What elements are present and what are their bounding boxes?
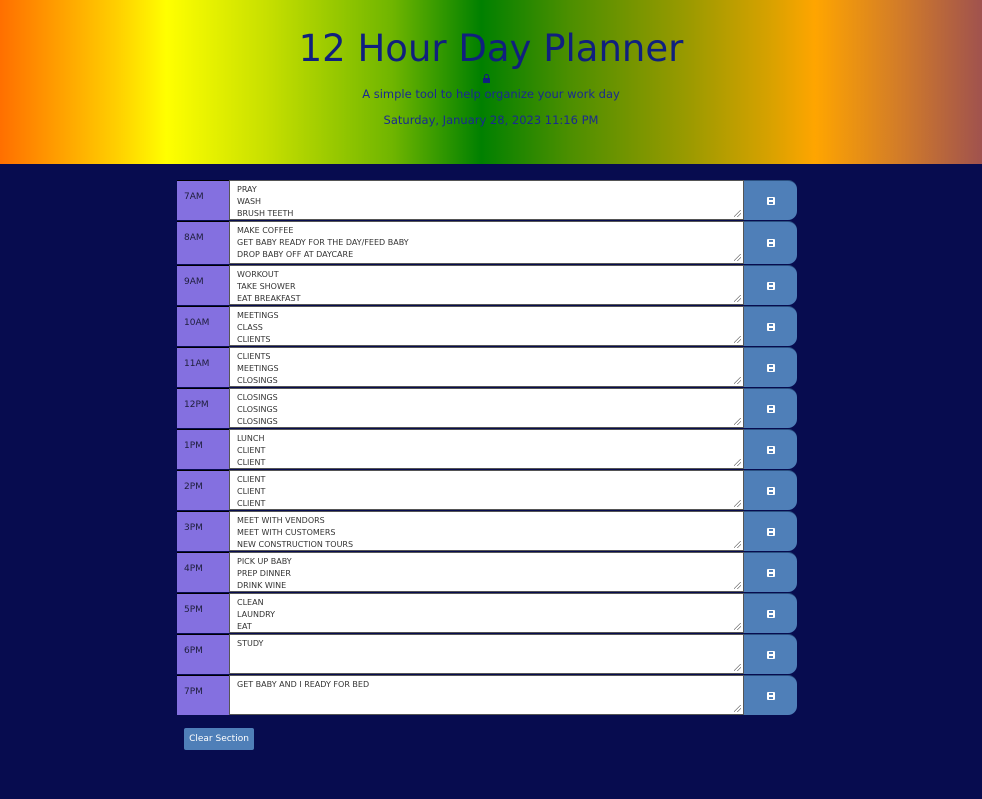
page-subtitle: A simple tool to help organize your work… xyxy=(362,87,620,101)
task-textarea[interactable]: MEET WITH VENDORS MEET WITH CUSTOMERS NE… xyxy=(229,511,744,551)
save-button[interactable] xyxy=(744,675,797,715)
task-textarea[interactable]: PRAY WASH BRUSH TEETH xyxy=(229,180,744,220)
save-button[interactable] xyxy=(744,593,797,633)
hour-label: 12PM xyxy=(177,388,229,428)
resize-grip-icon[interactable] xyxy=(734,582,741,589)
resize-grip-icon[interactable] xyxy=(734,210,741,217)
floppy-disk-icon xyxy=(766,363,775,372)
save-button[interactable] xyxy=(744,388,797,428)
task-textarea[interactable]: STUDY xyxy=(229,634,744,674)
time-block-row: 9AM WORKOUT TAKE SHOWER EAT BREAKFAST xyxy=(177,265,797,305)
resize-grip-icon[interactable] xyxy=(734,623,741,630)
floppy-disk-icon xyxy=(766,239,775,247)
task-textarea[interactable]: CLOSINGS CLOSINGS CLOSINGS xyxy=(229,388,744,428)
time-block-row: 12PM CLOSINGS CLOSINGS CLOSINGS xyxy=(177,388,797,428)
save-button[interactable] xyxy=(744,634,797,674)
save-button[interactable] xyxy=(744,265,797,305)
save-button[interactable] xyxy=(744,552,797,592)
floppy-disk-icon xyxy=(766,196,775,205)
resize-grip-icon[interactable] xyxy=(734,705,741,712)
hour-label: 7PM xyxy=(177,675,229,715)
task-textarea[interactable]: MEETINGS CLASS CLIENTS xyxy=(229,306,744,346)
hour-label: 2PM xyxy=(177,470,229,510)
resize-grip-icon[interactable] xyxy=(734,418,741,425)
floppy-disk-icon xyxy=(766,322,775,331)
task-textarea[interactable]: MAKE COFFEE GET BABY READY FOR THE DAY/F… xyxy=(229,221,744,264)
floppy-disk-icon xyxy=(766,445,775,454)
resize-grip-icon[interactable] xyxy=(734,336,741,343)
time-block-row: 8AM MAKE COFFEE GET BABY READY FOR THE DA… xyxy=(177,221,797,264)
resize-grip-icon[interactable] xyxy=(734,500,741,507)
hour-label: 4PM xyxy=(177,552,229,592)
hour-label: 1PM xyxy=(177,429,229,469)
floppy-disk-icon xyxy=(766,650,775,659)
floppy-disk-icon xyxy=(766,281,775,290)
time-block-row: 2PM CLIENT CLIENT CLIENT xyxy=(177,470,797,510)
time-block-row: 7AM PRAY WASH BRUSH TEETH xyxy=(177,180,797,220)
time-block-row: 7PM GET BABY AND I READY FOR BED xyxy=(177,675,797,715)
floppy-disk-icon xyxy=(766,609,775,618)
task-textarea[interactable]: CLIENTS MEETINGS CLOSINGS xyxy=(229,347,744,387)
resize-grip-icon[interactable] xyxy=(734,541,741,548)
time-block-row: 1PM LUNCH CLIENT CLIENT xyxy=(177,429,797,469)
resize-grip-icon[interactable] xyxy=(734,664,741,671)
floppy-disk-icon xyxy=(766,527,775,536)
task-textarea[interactable]: GET BABY AND I READY FOR BED xyxy=(229,675,744,715)
time-block-row: 6PM STUDY xyxy=(177,634,797,674)
save-button[interactable] xyxy=(744,180,797,220)
hour-label: 7AM xyxy=(177,180,229,220)
header-banner: 12 Hour Day Planner A simple tool to hel… xyxy=(0,0,982,164)
task-textarea[interactable]: CLIENT CLIENT CLIENT xyxy=(229,470,744,510)
resize-grip-icon[interactable] xyxy=(734,459,741,466)
floppy-disk-icon xyxy=(766,404,775,413)
clear-section-button[interactable]: Clear Section xyxy=(184,728,254,750)
hour-label: 6PM xyxy=(177,634,229,674)
time-block-row: 5PM CLEAN LAUNDRY EAT xyxy=(177,593,797,633)
resize-grip-icon[interactable] xyxy=(734,295,741,302)
current-date: Saturday, January 28, 2023 11:16 PM xyxy=(383,113,599,127)
task-textarea[interactable]: WORKOUT TAKE SHOWER EAT BREAKFAST xyxy=(229,265,744,305)
task-textarea[interactable]: CLEAN LAUNDRY EAT xyxy=(229,593,744,633)
time-block-row: 11AM CLIENTS MEETINGS CLOSINGS xyxy=(177,347,797,387)
time-block-row: 3PM MEET WITH VENDORS MEET WITH CUSTOMERS… xyxy=(177,511,797,551)
hour-label: 8AM xyxy=(177,221,229,264)
save-button[interactable] xyxy=(744,306,797,346)
lock-icon xyxy=(483,74,490,83)
save-button[interactable] xyxy=(744,511,797,551)
floppy-disk-icon xyxy=(766,568,775,577)
save-button[interactable] xyxy=(744,429,797,469)
hour-label: 9AM xyxy=(177,265,229,305)
hour-label: 10AM xyxy=(177,306,229,346)
page-title: 12 Hour Day Planner xyxy=(298,27,684,70)
hour-label: 11AM xyxy=(177,347,229,387)
hour-label: 3PM xyxy=(177,511,229,551)
floppy-disk-icon xyxy=(766,691,775,700)
resize-grip-icon[interactable] xyxy=(734,254,741,261)
save-button[interactable] xyxy=(744,347,797,387)
save-button[interactable] xyxy=(744,221,797,264)
resize-grip-icon[interactable] xyxy=(734,377,741,384)
save-button[interactable] xyxy=(744,470,797,510)
task-textarea[interactable]: PICK UP BABY PREP DINNER DRINK WINE xyxy=(229,552,744,592)
floppy-disk-icon xyxy=(766,486,775,495)
hour-label: 5PM xyxy=(177,593,229,633)
task-textarea[interactable]: LUNCH CLIENT CLIENT xyxy=(229,429,744,469)
time-block-row: 10AM MEETINGS CLASS CLIENTS xyxy=(177,306,797,346)
time-block-row: 4PM PICK UP BABY PREP DINNER DRINK WINE xyxy=(177,552,797,592)
